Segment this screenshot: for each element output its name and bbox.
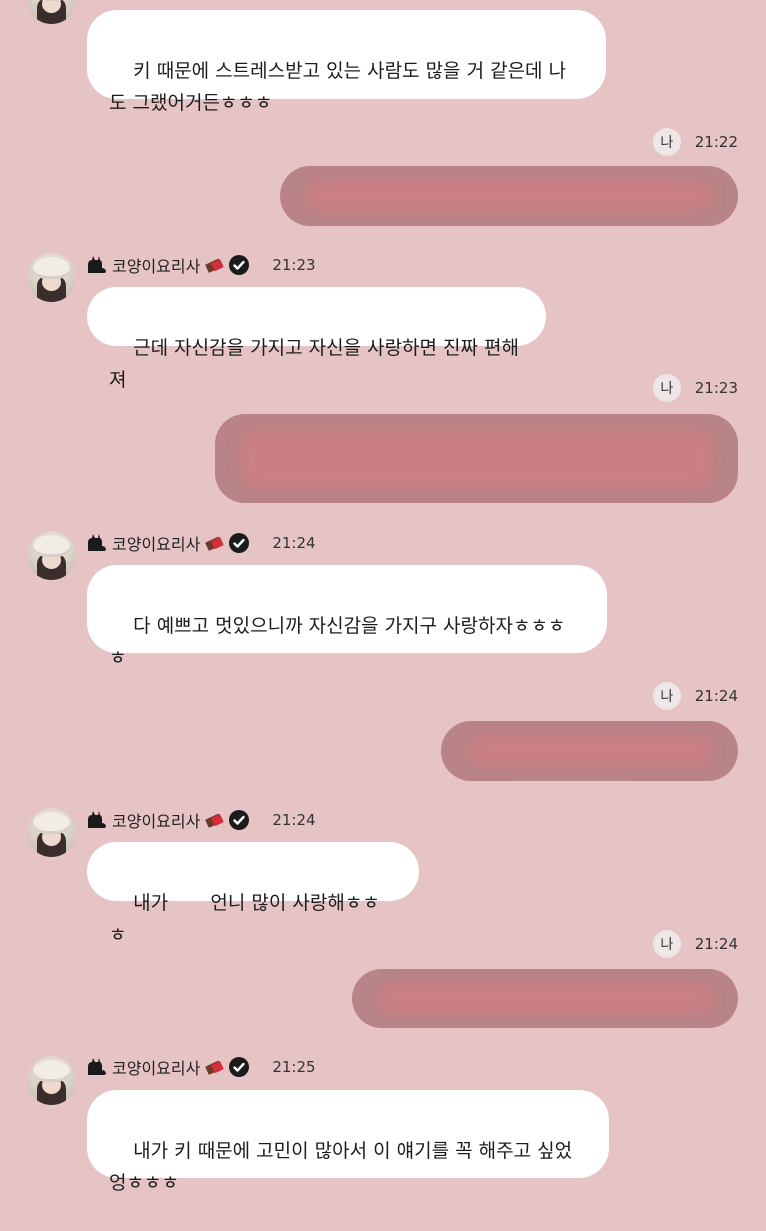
partner-avatar[interactable] bbox=[27, 253, 76, 302]
message-text: 근데 자신감을 가지고 자신을 사랑하면 진짜 편해져 bbox=[109, 337, 520, 391]
chocolate-bar-icon bbox=[204, 811, 224, 829]
partner-avatar[interactable] bbox=[27, 0, 76, 24]
avatar-hat bbox=[33, 1060, 70, 1082]
partner-avatar[interactable] bbox=[27, 1056, 76, 1105]
sender-header: 코양이요리사 21:25 bbox=[86, 1053, 316, 1081]
message-time: 21:23 bbox=[694, 379, 738, 397]
chocolate-bar-icon bbox=[204, 1058, 224, 1076]
sender-name: 코양이요리사 bbox=[112, 1059, 201, 1078]
redaction-blur bbox=[376, 983, 714, 1014]
me-badge: 나 bbox=[652, 930, 681, 958]
partner-avatar[interactable] bbox=[27, 531, 76, 580]
chocolate-bar-icon bbox=[204, 256, 224, 274]
me-badge: 나 bbox=[652, 682, 681, 710]
avatar-hat bbox=[33, 535, 70, 557]
avatar-hat bbox=[33, 257, 70, 279]
message-time: 21:22 bbox=[694, 133, 738, 151]
incoming-message-bubble[interactable]: 키 때문에 스트레스받고 있는 사람도 많을 거 같은데 나 도 그랬어거든ㅎㅎ… bbox=[87, 10, 606, 114]
message-text: 내가 언니 많이 사랑해ㅎㅎㅎ bbox=[109, 892, 380, 946]
verified-badge-icon bbox=[228, 809, 250, 831]
black-cat-icon bbox=[86, 533, 108, 553]
me-badge: 나 bbox=[652, 374, 681, 402]
chat-thread: 키 때문에 스트레스받고 있는 사람도 많을 거 같은데 나 도 그랬어거든ㅎㅎ… bbox=[0, 0, 766, 1200]
message-time: 21:25 bbox=[272, 1058, 316, 1076]
sender-name: 코양이요리사 bbox=[112, 257, 201, 276]
message-text: 키 때문에 스트레스받고 있는 사람도 많을 거 같은데 나 도 그랬어거든ㅎㅎ… bbox=[109, 60, 567, 114]
message-text: 내가 키 때문에 고민이 많아서 이 얘기를 꼭 해주고 싶었 엉ㅎㅎㅎ bbox=[109, 1140, 573, 1194]
my-message-meta: 나 21:24 bbox=[652, 930, 738, 958]
message-time: 21:23 bbox=[272, 256, 316, 274]
my-message-meta: 나 21:23 bbox=[652, 374, 738, 402]
my-message-meta: 나 21:22 bbox=[652, 128, 738, 156]
outgoing-message-bubble-redacted[interactable] bbox=[215, 414, 738, 503]
verified-badge-icon bbox=[228, 532, 250, 554]
verified-badge-icon bbox=[228, 1056, 250, 1078]
black-cat-icon bbox=[86, 810, 108, 830]
me-badge: 나 bbox=[652, 128, 681, 156]
sender-name: 코양이요리사 bbox=[112, 812, 201, 831]
outgoing-message-bubble-redacted[interactable] bbox=[352, 969, 738, 1028]
message-time: 21:24 bbox=[272, 534, 316, 552]
incoming-message-bubble[interactable]: 내가 키 때문에 고민이 많아서 이 얘기를 꼭 해주고 싶었 엉ㅎㅎㅎ bbox=[87, 1090, 609, 1194]
verified-badge-icon bbox=[228, 254, 250, 276]
black-cat-icon bbox=[86, 255, 108, 275]
sender-header: 코양이요리사 21:24 bbox=[86, 806, 316, 834]
incoming-message-bubble[interactable]: 내가 언니 많이 사랑해ㅎㅎㅎ bbox=[87, 842, 419, 946]
my-message-meta: 나 21:24 bbox=[652, 682, 738, 710]
black-cat-icon bbox=[86, 1057, 108, 1077]
partner-avatar[interactable] bbox=[27, 808, 76, 857]
outgoing-message-bubble-redacted[interactable] bbox=[441, 721, 738, 781]
avatar-hat bbox=[33, 812, 70, 834]
sender-name: 코양이요리사 bbox=[112, 535, 201, 554]
redaction-blur bbox=[304, 180, 714, 212]
sender-header: 코양이요리사 21:23 bbox=[86, 251, 316, 279]
outgoing-message-bubble-redacted[interactable] bbox=[280, 166, 738, 226]
incoming-message-bubble[interactable]: 근데 자신감을 가지고 자신을 사랑하면 진짜 편해져 bbox=[87, 287, 546, 391]
sender-header: 코양이요리사 21:24 bbox=[86, 529, 316, 557]
message-time: 21:24 bbox=[694, 687, 738, 705]
redaction-blur bbox=[465, 735, 714, 767]
chocolate-bar-icon bbox=[204, 534, 224, 552]
message-time: 21:24 bbox=[694, 935, 738, 953]
redaction-blur bbox=[239, 428, 714, 489]
incoming-message-bubble[interactable]: 다 예쁘고 멋있으니까 자신감을 가지구 사랑하자ㅎㅎㅎ ㅎ bbox=[87, 565, 607, 669]
message-time: 21:24 bbox=[272, 811, 316, 829]
message-text: 다 예쁘고 멋있으니까 자신감을 가지구 사랑하자ㅎㅎㅎ ㅎ bbox=[109, 615, 566, 669]
